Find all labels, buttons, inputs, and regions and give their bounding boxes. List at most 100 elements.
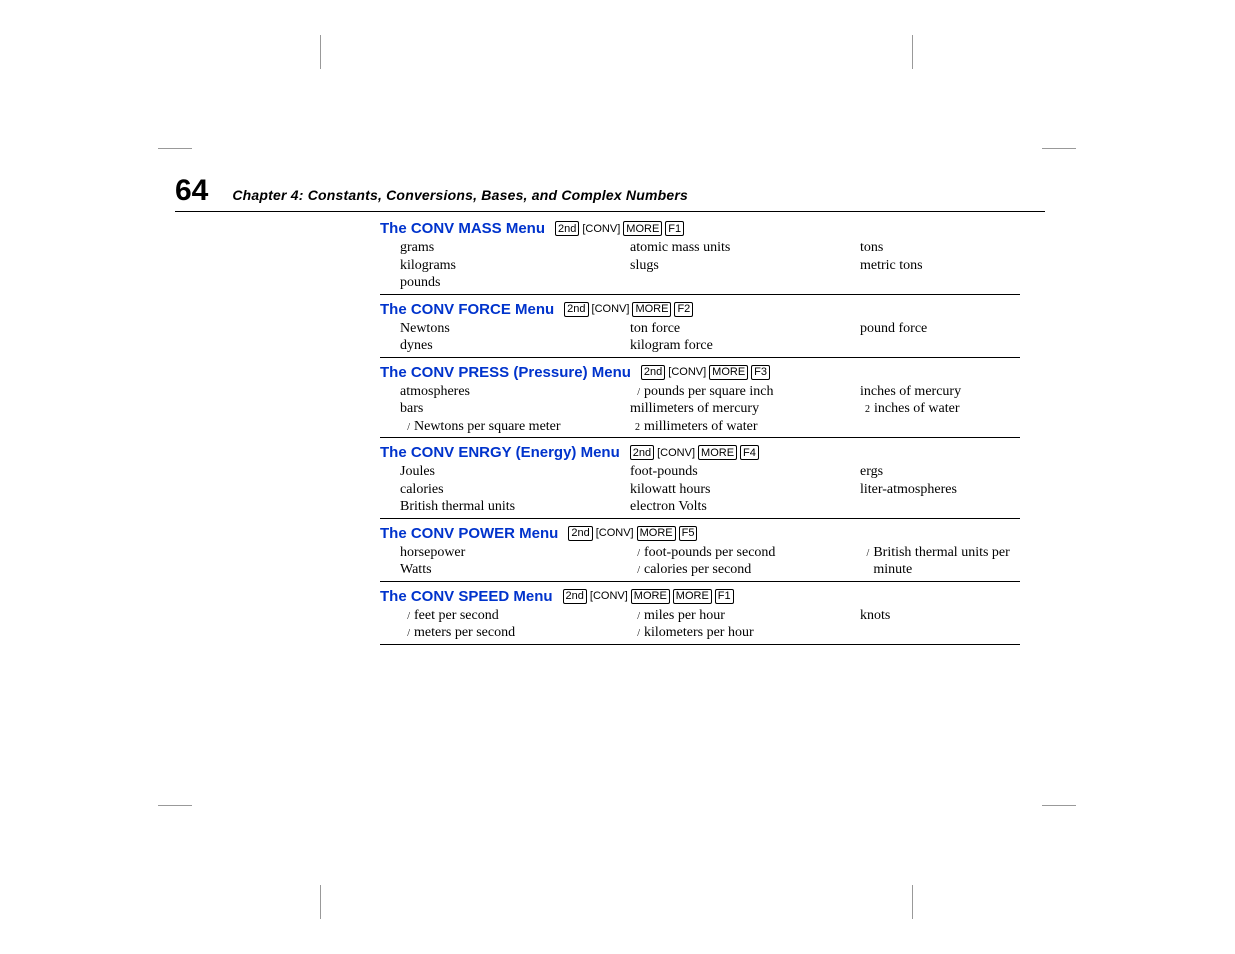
list-item: horsepower — [400, 544, 630, 562]
list-item: slugs — [630, 257, 860, 275]
keycap: F5 — [679, 526, 698, 541]
item-text: kilometers per hour — [644, 624, 754, 642]
list-item: kilograms — [400, 257, 630, 275]
column: gramskilogramspounds — [380, 239, 630, 292]
list-item: /feet per second — [400, 607, 630, 625]
list-item: calories — [400, 481, 630, 499]
item-text: atmospheres — [400, 383, 470, 401]
key-sequence: 2nd[CONV]MOREF4 — [630, 445, 759, 460]
list-item: / kilometers per hour — [630, 624, 860, 642]
page-number: 64 — [175, 174, 208, 208]
columns: /feet per second/meters per second/ miles… — [380, 607, 1020, 642]
keycap: F3 — [751, 365, 770, 380]
item-text: kilogram force — [630, 337, 713, 355]
item-text: pound force — [860, 320, 927, 338]
section-title: The CONV MASS Menu — [380, 220, 545, 237]
item-text: ergs — [860, 463, 883, 481]
list-item: atomic mass units — [630, 239, 860, 257]
list-item: /pounds per square inch — [630, 383, 860, 401]
item-text: Newtons per square meter — [414, 418, 561, 436]
keycap: 2nd — [563, 589, 587, 604]
columns: gramskilogramspoundsatomic mass unitsslu… — [380, 239, 1020, 292]
list-item: Watts — [400, 561, 630, 579]
keycap: MORE — [631, 589, 670, 604]
columns: Newtonsdyneston forcekilogram force pound… — [380, 320, 1020, 355]
list-item: /foot-pounds per second — [630, 544, 860, 562]
item-text: inches of water — [874, 400, 960, 418]
list-item: tons — [860, 239, 1040, 257]
list-item: / Newtons per square meter — [400, 418, 630, 436]
columns: horsepowerWatts/foot-pounds per second/c… — [380, 544, 1020, 579]
item-text: Joules — [400, 463, 435, 481]
item-text: atomic mass units — [630, 239, 730, 257]
item-prefix: / — [630, 387, 640, 400]
keycap: MORE — [637, 526, 676, 541]
list-item: Joules — [400, 463, 630, 481]
column: pound force — [860, 320, 1040, 355]
columns: JoulescaloriesBritish thermal unitsfoot-… — [380, 463, 1020, 516]
list-item: foot-pounds — [630, 463, 860, 481]
keycap: MORE — [632, 302, 671, 317]
keycap: MORE — [673, 589, 712, 604]
item-prefix: / — [630, 628, 640, 641]
column: Newtonsdynes — [380, 320, 630, 355]
item-text: kilowatt hours — [630, 481, 711, 499]
list-item: British thermal units — [400, 498, 630, 516]
list-item: metric tons — [860, 257, 1040, 275]
key-sequence: 2nd[CONV]MOREF5 — [568, 526, 697, 541]
keycap: 2nd — [641, 365, 665, 380]
list-item: Newtons — [400, 320, 630, 338]
list-item: kilogram force — [630, 337, 860, 355]
keycap: F4 — [740, 445, 759, 460]
item-text: Newtons — [400, 320, 450, 338]
column: knots — [860, 607, 1040, 642]
list-item: knots — [860, 607, 1040, 625]
section-header: The CONV FORCE Menu2nd[CONV]MOREF2 — [380, 301, 1020, 318]
menu-section: The CONV MASS Menu2nd[CONV]MOREF1 gramski… — [380, 220, 1020, 295]
item-prefix: / — [860, 548, 869, 561]
item-text: British thermal units — [400, 498, 515, 516]
list-item: electron Volts — [630, 498, 860, 516]
keycap: MORE — [623, 221, 662, 236]
chapter-title: Chapter 4: Constants, Conversions, Bases… — [232, 187, 688, 203]
list-item: / British thermal units per minute — [860, 544, 1040, 579]
keycap: F1 — [715, 589, 734, 604]
item-text: kilograms — [400, 257, 456, 275]
key-sequence: 2nd[CONV]MOREF2 — [564, 302, 693, 317]
item-text: tons — [860, 239, 883, 257]
item-text: British thermal units per minute — [873, 544, 1040, 579]
item-text: liter-atmospheres — [860, 481, 957, 499]
column: /pounds per square inchmillimeters of me… — [630, 383, 860, 436]
list-item: inches of mercury — [860, 383, 1040, 401]
item-prefix: / — [400, 422, 410, 435]
column: ergsliter-atmospheres — [860, 463, 1040, 516]
key-bracket: [CONV] — [657, 447, 695, 459]
column: tonsmetric tons — [860, 239, 1040, 292]
page: 64 Chapter 4: Constants, Conversions, Ba… — [0, 0, 1235, 954]
page-header: 64 Chapter 4: Constants, Conversions, Ba… — [175, 174, 1045, 212]
item-text: electron Volts — [630, 498, 707, 516]
section-header: The CONV MASS Menu2nd[CONV]MOREF1 — [380, 220, 1020, 237]
menu-section: The CONV ENRGY (Energy) Menu2nd[CONV]MOR… — [380, 444, 1020, 519]
column: JoulescaloriesBritish thermal units — [380, 463, 630, 516]
item-prefix: 2 — [630, 422, 640, 435]
item-prefix: / — [400, 628, 410, 641]
item-text: horsepower — [400, 544, 465, 562]
key-bracket: [CONV] — [590, 590, 628, 602]
item-text: calories — [400, 481, 444, 499]
list-item: /calories per second — [630, 561, 860, 579]
column: /foot-pounds per second/calories per sec… — [630, 544, 860, 579]
item-text: knots — [860, 607, 890, 625]
item-text: miles per hour — [644, 607, 725, 625]
list-item: ton force — [630, 320, 860, 338]
list-item: 2millimeters of water — [630, 418, 860, 436]
key-sequence: 2nd[CONV]MOREMOREF1 — [563, 589, 734, 604]
column: /feet per second/meters per second — [380, 607, 630, 642]
item-prefix: / — [630, 565, 640, 578]
item-text: metric tons — [860, 257, 923, 275]
item-prefix: / — [630, 611, 640, 624]
key-bracket: [CONV] — [596, 527, 634, 539]
menu-section: The CONV PRESS (Pressure) Menu2nd[CONV]M… — [380, 364, 1020, 439]
key-sequence: 2nd[CONV]MOREF3 — [641, 365, 770, 380]
list-item: /meters per second — [400, 624, 630, 642]
